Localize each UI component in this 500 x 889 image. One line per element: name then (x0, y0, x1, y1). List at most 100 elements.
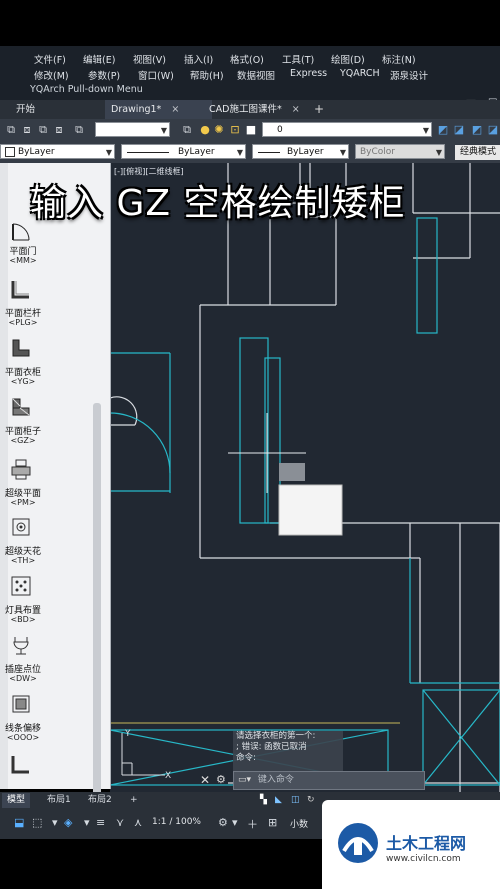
chevron-down-icon: ▼ (435, 148, 442, 157)
tab-start[interactable]: 开始 (10, 100, 41, 119)
tab-model[interactable]: 模型 (2, 793, 31, 808)
layer-state-icon[interactable]: ⧈ (20, 123, 34, 137)
new-tab-button[interactable]: + (308, 100, 330, 119)
dropdown-icon[interactable]: ▾ (84, 816, 90, 829)
lock-icon[interactable]: ⊡ (228, 123, 242, 137)
refresh-icon[interactable]: ↻ (302, 793, 320, 808)
chevron-down-icon: ▼ (105, 148, 112, 157)
add-layout-button[interactable]: + (125, 793, 143, 808)
civilcn-logo-icon (338, 823, 378, 863)
tab-cad-label: CAD施工图课件* (209, 104, 282, 115)
menu-draw[interactable]: 绘图(D) (331, 52, 365, 66)
railing-icon (11, 281, 29, 299)
watermark: 土木工程网 www.civilcn.com (322, 800, 500, 889)
menu-parametric[interactable]: 参数(P) (88, 68, 120, 82)
layer-dropdown[interactable]: 0 ▼ (262, 122, 432, 137)
menu-tools[interactable]: 工具(T) (282, 52, 314, 66)
ortho-icon[interactable]: ◣ (270, 793, 287, 808)
offset-icon (12, 695, 30, 713)
palette-item-code: <PM> (10, 498, 36, 507)
tab-layout1[interactable]: 布局1 (42, 793, 76, 808)
palette-item-code: <BD> (10, 615, 36, 624)
chevron-down-icon: ▼ (160, 126, 167, 135)
menu-view[interactable]: 视图(V) (133, 52, 166, 66)
color-value: ByLayer (18, 147, 55, 157)
tutorial-caption: 输入 GZ 空格绘制矮柜 (30, 183, 406, 224)
make-current-icon[interactable]: ◩ (436, 123, 450, 137)
menu-express[interactable]: Express (290, 68, 327, 79)
osnap-icon[interactable]: ◈ (64, 816, 72, 829)
isolate-icon[interactable]: ⬚ (32, 816, 42, 829)
wrench-icon[interactable]: ⚙ (216, 773, 226, 786)
tab-drawing1-label: Drawing1* (111, 104, 162, 115)
close-icon[interactable]: × (171, 104, 179, 115)
menu-data-view[interactable]: 数据视图 (237, 68, 275, 82)
cabinet-icon (12, 398, 30, 416)
tab-layout2[interactable]: 布局2 (83, 793, 117, 808)
layer-previous-icon[interactable]: ⧈ (52, 123, 66, 137)
menu-format[interactable]: 格式(O) (230, 52, 264, 66)
layer-state-dropdown[interactable]: ▼ (95, 122, 170, 137)
svg-text:X: X (165, 771, 171, 781)
annotation-scale-icon[interactable]: ⋎ (116, 816, 124, 829)
layer-walk-icon[interactable]: ◪ (486, 123, 500, 137)
layer-properties-icon[interactable]: ⧉ (180, 123, 194, 137)
annotation-visibility-icon[interactable]: ⋏ (134, 816, 142, 829)
color-square-icon (5, 146, 15, 157)
wardrobe-icon (12, 339, 30, 357)
menu-file[interactable]: 文件(F) (34, 52, 66, 66)
layer-manager-icon[interactable]: ⧉ (4, 123, 18, 137)
lineweight-value: ByLayer (287, 147, 324, 157)
linetype-dropdown[interactable]: ByLayer ▼ (121, 144, 246, 159)
ceiling-icon (12, 518, 30, 536)
menu-help[interactable]: 帮助(H) (190, 68, 224, 82)
linewidth-icon[interactable]: ≡ (96, 816, 105, 829)
plugin-menu[interactable]: YQArch Pull-down Menu (30, 84, 143, 95)
menu-window[interactable]: 窗口(W) (138, 68, 174, 82)
layer-match-icon[interactable]: ⧉ (36, 123, 50, 137)
color-swatch-icon[interactable]: ■ (244, 123, 258, 137)
dropdown-icon[interactable]: ▾ (232, 816, 238, 829)
command-input[interactable]: ▭▾ 键入命令 (233, 771, 425, 790)
annotate-icon[interactable]: ⬓ (14, 816, 24, 829)
close-icon[interactable]: ✕ (200, 773, 210, 787)
chevron-down-icon: ▼ (236, 148, 243, 157)
menu-yqarch[interactable]: YQARCH (340, 68, 380, 79)
plus-icon[interactable]: ＋ (247, 816, 258, 832)
settings-icon[interactable]: ⚙ (218, 816, 228, 829)
lineweight-dropdown[interactable]: ByLayer ▼ (252, 144, 349, 159)
floor-plan-drawing: Y X (110, 163, 500, 792)
menu-insert[interactable]: 插入(I) (184, 52, 213, 66)
previous-layer-icon[interactable]: ◩ (470, 123, 484, 137)
dropdown-icon[interactable]: ▾ (52, 816, 58, 829)
workspace-button[interactable]: 经典模式 (455, 145, 500, 160)
plotstyle-dropdown[interactable]: ByColor ▼ (355, 144, 445, 159)
chevron-down-icon: ▼ (339, 148, 346, 157)
command-history: 请选择衣柜的第一个: ; 错误: 函数已取消 命令: (233, 731, 343, 771)
match-layer-icon[interactable]: ◪ (452, 123, 466, 137)
partial-icon (11, 756, 29, 774)
linetype-sample (127, 152, 169, 153)
light-grid-icon (11, 576, 31, 596)
layer-isolate-icon[interactable]: ⧉ (72, 123, 86, 137)
scale-readout[interactable]: 1:1 / 100% (152, 817, 201, 827)
tab-cad-courseware[interactable]: CAD施工图课件* × (203, 100, 315, 119)
super-plan-icon (11, 459, 31, 480)
menu-modify[interactable]: 修改(M) (34, 68, 69, 82)
tab-start-label: 开始 (16, 104, 36, 115)
units-readout[interactable]: 小数 (290, 817, 308, 830)
command-placeholder: 键入命令 (257, 775, 294, 785)
menu-dimension[interactable]: 标注(N) (382, 52, 416, 66)
color-dropdown[interactable]: ByLayer ▼ (0, 144, 115, 159)
close-icon[interactable]: × (292, 104, 300, 115)
menu-yuanquan[interactable]: 源泉设计 (390, 68, 428, 82)
tab-drawing1[interactable]: Drawing1* × (105, 100, 212, 119)
workspace-icon[interactable]: ⊞ (268, 816, 277, 829)
lightbulb-icon[interactable]: ● (198, 123, 212, 137)
menu-edit[interactable]: 编辑(E) (83, 52, 115, 66)
palette-item-code: <TH> (10, 556, 36, 565)
watermark-title: 土木工程网 (386, 834, 467, 853)
drawing-canvas[interactable]: Y X (110, 163, 500, 792)
sun-icon[interactable]: ✺ (212, 123, 226, 137)
svg-text:Y: Y (124, 729, 131, 739)
